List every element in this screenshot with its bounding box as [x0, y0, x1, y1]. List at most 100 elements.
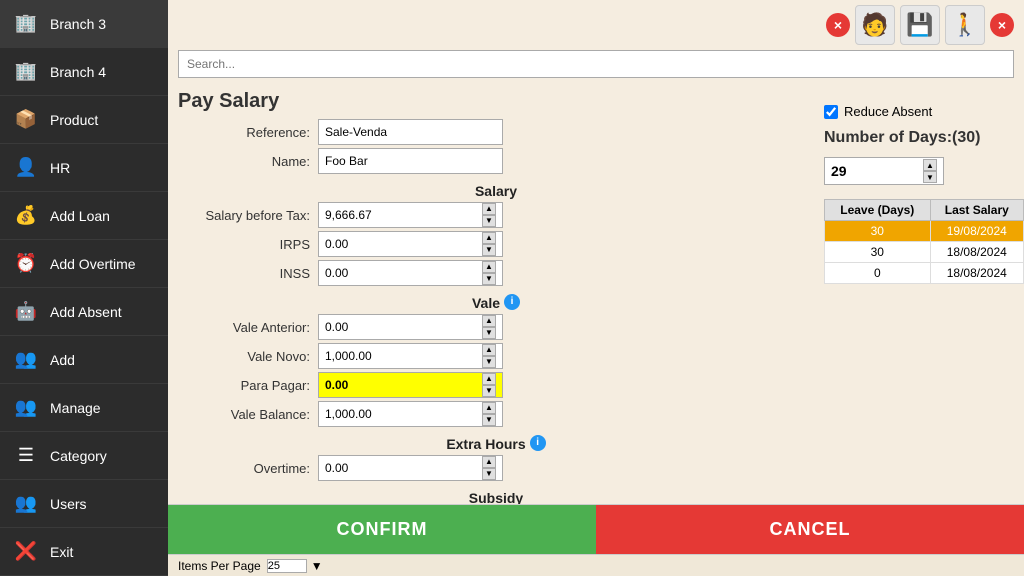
vale-balance-spinner[interactable]: ▲ ▼: [482, 402, 496, 426]
name-input[interactable]: Foo Bar: [318, 148, 503, 174]
days-spinner-btns[interactable]: ▲ ▼: [923, 159, 937, 183]
sidebar-item-exit[interactable]: ❌ Exit: [0, 528, 168, 576]
inss-spinner[interactable]: ▲ ▼: [482, 261, 496, 285]
spinner-up[interactable]: ▲: [482, 456, 496, 468]
top-close-left-button[interactable]: ×: [826, 13, 850, 37]
days-spinner-up[interactable]: ▲: [923, 159, 937, 171]
items-per-page-label: Items Per Page: [178, 559, 261, 573]
spinner-up[interactable]: ▲: [482, 402, 496, 414]
salary-before-tax-row: Salary before Tax: 9,666.67 ▲ ▼: [178, 202, 814, 228]
extra-hours-section-header: Extra Hours: [446, 436, 525, 452]
leave-table-row[interactable]: 018/08/2024: [825, 263, 1024, 284]
overtime-input[interactable]: 0.00 ▲ ▼: [318, 455, 503, 481]
vale-anterior-label: Vale Anterior:: [178, 320, 318, 335]
footer-bar: Items Per Page ▼: [168, 554, 1024, 576]
leave-table-row[interactable]: 3019/08/2024: [825, 221, 1024, 242]
vale-balance-input[interactable]: 1,000.00 ▲ ▼: [318, 401, 503, 427]
irps-spinner[interactable]: ▲ ▼: [482, 232, 496, 256]
leave-days-cell: 30: [825, 242, 931, 263]
salary-section-header: Salary: [178, 183, 814, 199]
vale-section-header: Vale: [472, 295, 500, 311]
main-content: × 🧑 💾 🚶 × Pay Salary Reference: Sale-Ven…: [168, 0, 1024, 576]
sidebar-item-branch3[interactable]: 🏢 Branch 3: [0, 0, 168, 48]
para-pagar-row: Para Pagar: 0.00 ▲ ▼: [178, 372, 814, 398]
salary-before-tax-input[interactable]: 9,666.67 ▲ ▼: [318, 202, 503, 228]
extra-hours-info-icon[interactable]: i: [530, 435, 546, 451]
spinner-down[interactable]: ▼: [482, 356, 496, 368]
confirm-button[interactable]: CONFIRM: [168, 505, 596, 555]
sidebar-item-category[interactable]: ☰ Category: [0, 432, 168, 480]
save-icon-btn[interactable]: 💾: [900, 5, 940, 45]
para-pagar-spinner[interactable]: ▲ ▼: [482, 373, 496, 397]
vale-anterior-input[interactable]: 0.00 ▲ ▼: [318, 314, 503, 340]
reduce-absent-row: Reduce Absent: [824, 104, 1024, 119]
sidebar-item-hr[interactable]: 👤 HR: [0, 144, 168, 192]
subsidy-section-header: Subsidy: [178, 490, 814, 504]
para-pagar-input[interactable]: 0.00 ▲ ▼: [318, 372, 503, 398]
salary-spinner[interactable]: ▲ ▼: [482, 203, 496, 227]
sidebar-item-add-loan[interactable]: 💰 Add Loan: [0, 192, 168, 240]
top-icons-row: × 🧑 💾 🚶 ×: [168, 0, 1024, 50]
cancel-button[interactable]: CANCEL: [596, 505, 1024, 555]
sidebar-item-label: Manage: [50, 400, 101, 416]
person-icon-btn[interactable]: 🧑: [855, 5, 895, 45]
spinner-down[interactable]: ▼: [482, 414, 496, 426]
overtime-spinner[interactable]: ▲ ▼: [482, 456, 496, 480]
vale-anterior-spinner[interactable]: ▲ ▼: [482, 315, 496, 339]
search-input[interactable]: [178, 50, 1014, 78]
spinner-down[interactable]: ▼: [482, 327, 496, 339]
spinner-up[interactable]: ▲: [482, 373, 496, 385]
sidebar-item-add[interactable]: 👥 Add: [0, 336, 168, 384]
spinner-up[interactable]: ▲: [482, 203, 496, 215]
person-icon: 🧑: [861, 12, 888, 38]
spinner-down[interactable]: ▼: [482, 215, 496, 227]
vale-novo-spinner[interactable]: ▲ ▼: [482, 344, 496, 368]
vale-section-container: Vale i: [178, 289, 814, 314]
sidebar-item-label: Exit: [50, 544, 73, 560]
sidebar-item-label: Add Absent: [50, 304, 122, 320]
days-spinner[interactable]: 29 ▲ ▼: [824, 157, 944, 185]
items-per-page-dropdown[interactable]: ▼: [311, 559, 323, 573]
spinner-down[interactable]: ▼: [482, 468, 496, 480]
vale-info-icon[interactable]: i: [504, 294, 520, 310]
sidebar-item-add-absent[interactable]: 🤖 Add Absent: [0, 288, 168, 336]
sidebar-item-product[interactable]: 📦 Product: [0, 96, 168, 144]
add-absent-icon: 🤖: [10, 296, 42, 328]
add-loan-icon: 💰: [10, 200, 42, 232]
search-container: [168, 50, 1024, 84]
spinner-down[interactable]: ▼: [482, 385, 496, 397]
extra-hours-section-container: Extra Hours i: [178, 430, 814, 455]
items-per-page-input[interactable]: [267, 559, 307, 573]
spinner-up[interactable]: ▲: [482, 232, 496, 244]
sidebar-item-label: Add Overtime: [50, 256, 136, 272]
category-icon: ☰: [10, 440, 42, 472]
sidebar-item-manage[interactable]: 👥 Manage: [0, 384, 168, 432]
spinner-up[interactable]: ▲: [482, 261, 496, 273]
days-spinner-down[interactable]: ▼: [923, 171, 937, 183]
sidebar-item-add-overtime[interactable]: ⏰ Add Overtime: [0, 240, 168, 288]
right-panel: Reduce Absent Number of Days:(30) 29 ▲ ▼…: [824, 84, 1024, 504]
users-icon: 👥: [10, 488, 42, 520]
bottom-bar: CONFIRM CANCEL: [168, 504, 1024, 554]
person2-icon-btn[interactable]: 🚶: [945, 5, 985, 45]
spinner-up[interactable]: ▲: [482, 344, 496, 356]
irps-row: IRPS 0.00 ▲ ▼: [178, 231, 814, 257]
vale-novo-row: Vale Novo: 1,000.00 ▲ ▼: [178, 343, 814, 369]
sidebar-item-users[interactable]: 👥 Users: [0, 480, 168, 528]
sidebar-item-label: Product: [50, 112, 98, 128]
top-close-right-button[interactable]: ×: [990, 13, 1014, 37]
leave-table-row[interactable]: 3018/08/2024: [825, 242, 1024, 263]
reference-input[interactable]: Sale-Venda: [318, 119, 503, 145]
inss-label: INSS: [178, 266, 318, 281]
irps-input[interactable]: 0.00 ▲ ▼: [318, 231, 503, 257]
hr-icon: 👤: [10, 152, 42, 184]
reduce-absent-checkbox[interactable]: [824, 105, 838, 119]
sidebar-item-branch4[interactable]: 🏢 Branch 4: [0, 48, 168, 96]
spinner-down[interactable]: ▼: [482, 244, 496, 256]
vale-novo-input[interactable]: 1,000.00 ▲ ▼: [318, 343, 503, 369]
branch3-icon: 🏢: [10, 8, 42, 40]
inss-input[interactable]: 0.00 ▲ ▼: [318, 260, 503, 286]
spinner-down[interactable]: ▼: [482, 273, 496, 285]
spinner-up[interactable]: ▲: [482, 315, 496, 327]
last-salary-header: Last Salary: [930, 200, 1023, 221]
